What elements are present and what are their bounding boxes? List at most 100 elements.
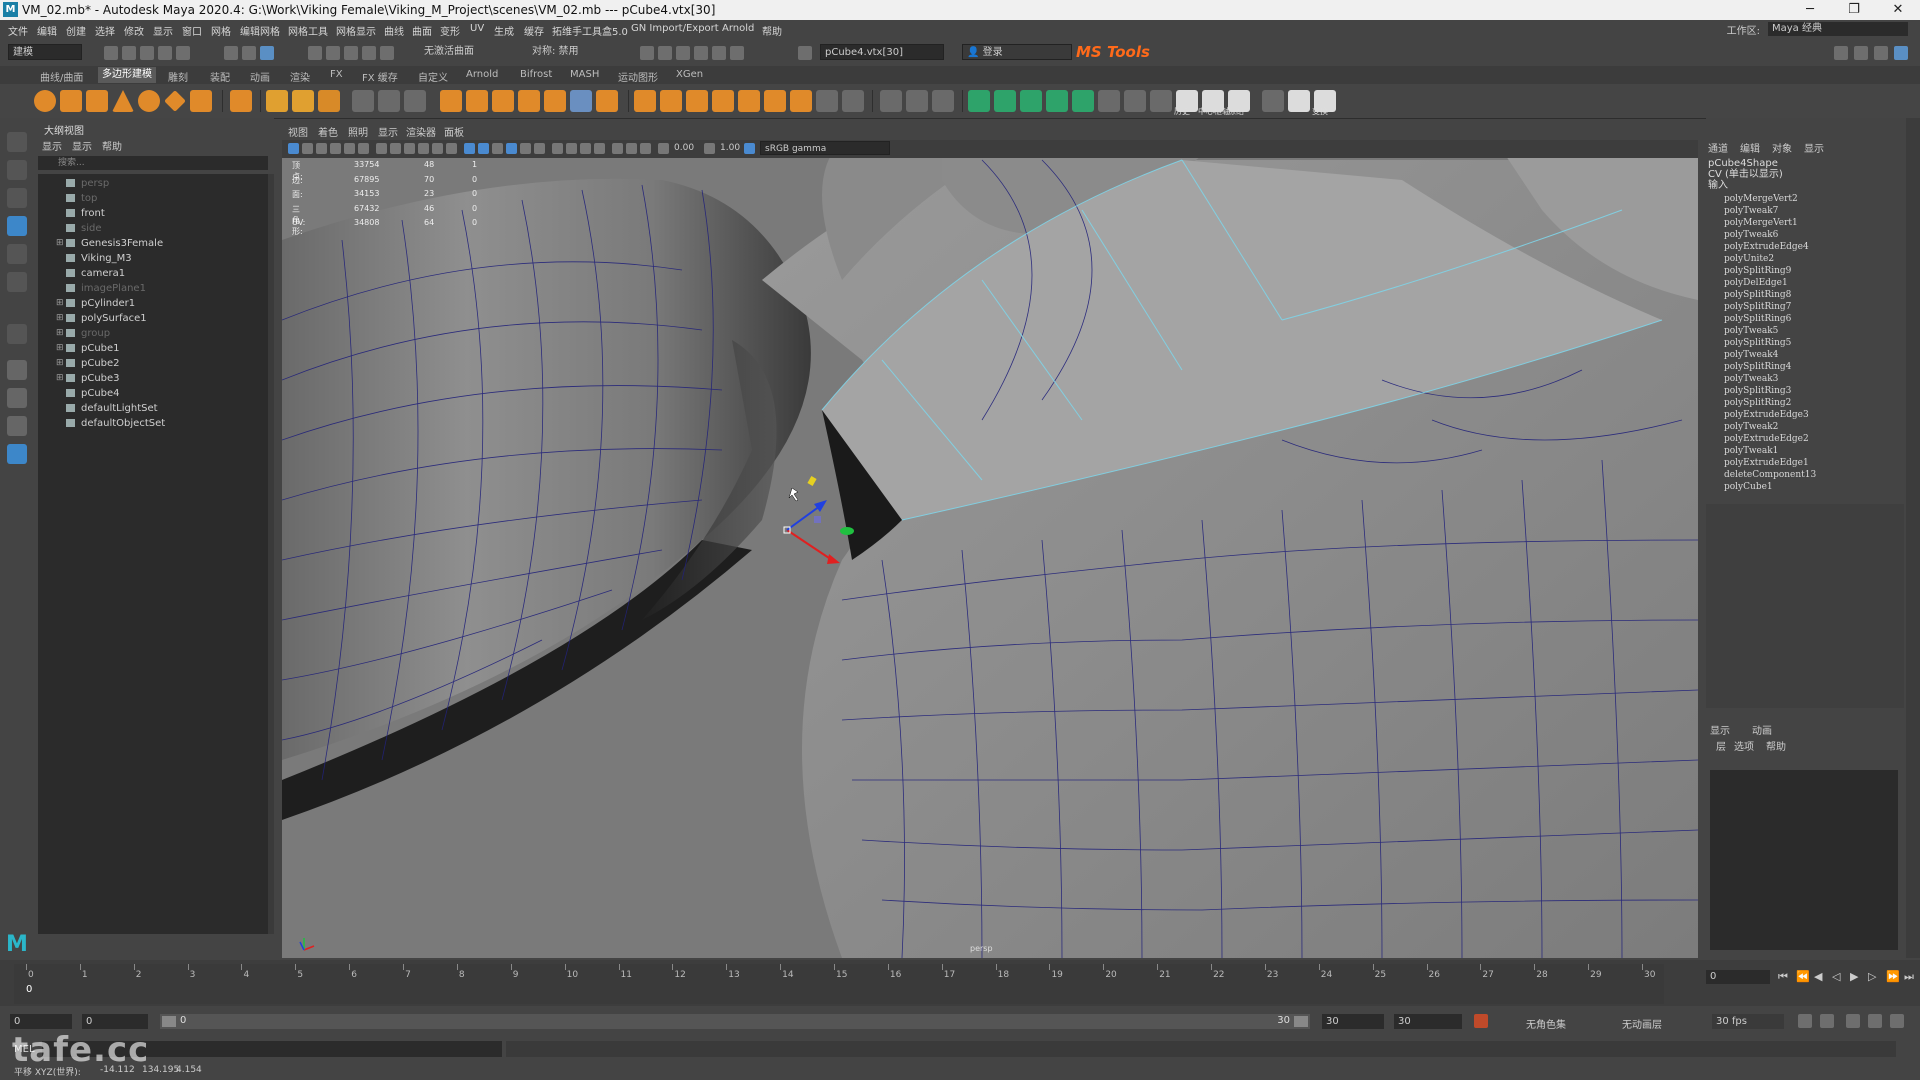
menu-mesh[interactable]: 网格 (211, 23, 231, 38)
range-end-handle[interactable] (1294, 1016, 1308, 1027)
insert-edge-loop-icon[interactable] (968, 90, 990, 112)
ipr-render-icon[interactable] (658, 46, 672, 60)
poly-torus-icon[interactable] (138, 90, 160, 112)
audio-icon[interactable] (1846, 1014, 1860, 1028)
retopo-icon[interactable] (544, 90, 566, 112)
close-button[interactable]: ✕ (1876, 0, 1920, 20)
attribute-editor-tabs[interactable] (1906, 118, 1920, 958)
step-forward-key-icon[interactable]: ⏩ (1886, 970, 1900, 983)
four-view-layout-icon[interactable] (7, 388, 27, 408)
playback-start-field[interactable]: 0 (82, 1014, 148, 1029)
shelf-tab-animation[interactable]: 动画 (250, 69, 270, 84)
smooth-icon[interactable] (404, 90, 426, 112)
scale-tool-icon[interactable] (7, 272, 27, 292)
target-weld-icon[interactable] (906, 90, 928, 112)
textured-icon[interactable] (520, 143, 531, 154)
history-node[interactable]: polyTweak4 (1724, 350, 1778, 360)
super-shape-icon[interactable] (230, 90, 252, 112)
outliner-item[interactable]: defaultObjectSet (66, 418, 165, 429)
time-slider-track[interactable]: 0 1 2 3 4 5 6 7 8 9 10 11 12 13 14 15 16 17 18 19 20 21 22 23 24… (14, 964, 1664, 1004)
key-preferences-icon[interactable] (1868, 1014, 1882, 1028)
history-node[interactable]: polyTweak5 (1724, 326, 1778, 336)
remesh-icon[interactable] (518, 90, 540, 112)
history-node[interactable]: polyTweak6 (1724, 230, 1778, 240)
poly-disc-icon[interactable] (190, 90, 212, 112)
move-tool-icon[interactable] (7, 216, 27, 236)
safe-action-icon[interactable] (446, 143, 457, 154)
extrude-icon[interactable] (634, 90, 656, 112)
playback-end-field[interactable]: 30 (1322, 1014, 1384, 1029)
menu-uv[interactable]: UV (470, 23, 484, 34)
gamma-value[interactable]: 1.00 (720, 143, 740, 153)
play-forward-icon[interactable]: ▶ (1850, 970, 1858, 983)
outliner-item[interactable]: pCube3 (66, 373, 120, 384)
menu-mesh-tools[interactable]: 网格工具 (288, 23, 328, 38)
viewport[interactable] (282, 120, 1698, 958)
field-chart-icon[interactable] (432, 143, 443, 154)
redo-icon[interactable] (176, 46, 190, 60)
lasso-tool-icon[interactable] (7, 160, 27, 180)
go-to-end-icon[interactable]: ⏭ (1904, 970, 1914, 984)
camera-attributes-icon[interactable] (302, 143, 313, 154)
outliner-expand-icon[interactable]: ⊞ (56, 238, 64, 248)
quad-draw-icon[interactable] (932, 90, 954, 112)
time-slider[interactable]: 0 1 2 3 4 5 6 7 8 9 10 11 12 13 14 15 16 17 18 19 20 21 22 23 24… (0, 960, 1920, 1006)
menu-generate[interactable]: 生成 (494, 23, 514, 38)
layout-icon-3[interactable] (1874, 46, 1888, 60)
layout-icon-2[interactable] (1854, 46, 1868, 60)
range-bar[interactable]: 0 30 (160, 1014, 1310, 1029)
isolate-select-icon[interactable] (612, 143, 623, 154)
open-scene-icon[interactable] (122, 46, 136, 60)
append-polygon-icon[interactable] (738, 90, 760, 112)
history-node[interactable]: polyTweak2 (1724, 422, 1778, 432)
viewport-menu-show[interactable]: 显示 (378, 124, 398, 139)
history-node[interactable]: polyExtrudeEdge2 (1724, 434, 1809, 444)
xray-joints-icon[interactable] (640, 143, 651, 154)
shelf-tab-rendering[interactable]: 渲染 (290, 69, 310, 84)
select-by-object-icon[interactable] (242, 46, 256, 60)
outliner-item[interactable]: defaultLightSet (66, 403, 158, 414)
outliner-expand-icon[interactable]: ⊞ (56, 298, 64, 308)
symmetrize-icon[interactable] (1150, 90, 1172, 112)
grid-toggle-icon[interactable] (376, 143, 387, 154)
menu-surfaces[interactable]: 曲面 (412, 23, 432, 38)
menu-modify[interactable]: 修改 (124, 23, 144, 38)
play-backward-icon[interactable]: ◁ (1832, 970, 1840, 983)
image-plane-icon[interactable] (330, 143, 341, 154)
menu-display[interactable]: 显示 (153, 23, 173, 38)
mstools-logo[interactable]: MS Tools (1076, 43, 1150, 61)
fill-hole-icon[interactable] (712, 90, 734, 112)
viewport-menu-shading[interactable]: 着色 (318, 124, 338, 139)
outliner-item[interactable]: front (66, 208, 105, 219)
menu-gn-import-export[interactable]: GN Import/Export (631, 23, 719, 34)
shelf-tab-fx[interactable]: FX (330, 69, 343, 80)
combine-icon[interactable] (352, 90, 374, 112)
animation-start-field[interactable]: 0 (10, 1014, 72, 1029)
channel-tab-channels[interactable]: 通道 (1708, 140, 1728, 155)
layer-menu-options[interactable]: 选项 (1734, 738, 1754, 753)
outliner-menu-show[interactable]: 显示 (72, 138, 92, 153)
separate-icon[interactable] (378, 90, 400, 112)
viewport-menu-renderer[interactable]: 渲染器 (406, 124, 436, 139)
history-node[interactable]: polySplitRing3 (1724, 386, 1791, 396)
outliner-item[interactable]: Genesis3Female (66, 238, 163, 249)
live-surface-field[interactable]: 无激活曲面 (420, 44, 504, 60)
channel-tab-show[interactable]: 显示 (1804, 140, 1824, 155)
persp-outliner-layout-icon[interactable] (7, 416, 27, 436)
offset-edge-loop-icon[interactable] (994, 90, 1016, 112)
menu-help[interactable]: 帮助 (762, 23, 782, 38)
render-settings-icon[interactable] (676, 46, 690, 60)
grease-pencil-icon[interactable] (358, 143, 369, 154)
viewport-menu-lighting[interactable]: 照明 (348, 124, 368, 139)
history-node[interactable]: polyTweak1 (1724, 446, 1778, 456)
maximize-button[interactable]: ❐ (1832, 0, 1876, 20)
history-node[interactable]: polySplitRing9 (1724, 266, 1791, 276)
history-node[interactable]: polySplitRing8 (1724, 290, 1791, 300)
motion-blur-icon[interactable] (580, 143, 591, 154)
range-start-handle[interactable] (162, 1016, 176, 1027)
select-by-component-icon[interactable] (260, 46, 274, 60)
anti-aliasing-icon[interactable] (594, 143, 605, 154)
history-node[interactable]: polyExtrudeEdge3 (1724, 410, 1809, 420)
snap-point-icon[interactable] (344, 46, 358, 60)
exposure-value[interactable]: 0.00 (674, 143, 694, 153)
